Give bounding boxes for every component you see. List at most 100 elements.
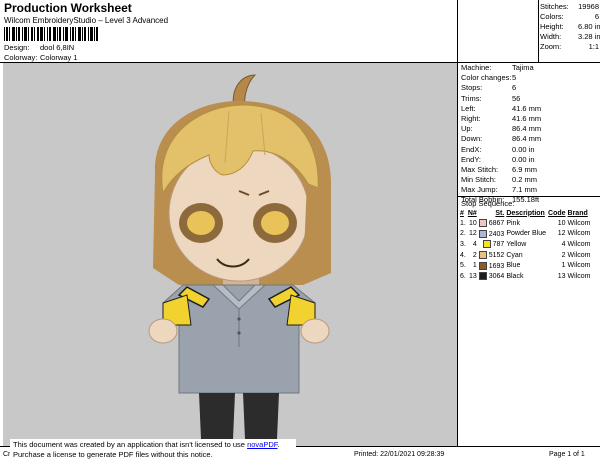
cell-text: 2	[561, 251, 566, 259]
left-hand	[148, 318, 178, 344]
table-cell: 1693	[478, 260, 506, 271]
spec-row: Trims: 56	[461, 94, 541, 104]
notice-line-1: This document was created by an applicat…	[13, 440, 280, 449]
table-row: 3. 4 787 Yellow 4 Wilcom	[459, 239, 591, 250]
stop-sequence-title: Stop Sequence:	[461, 199, 515, 208]
spec-value: 86.4 mm	[512, 134, 542, 144]
cell-text: 4	[472, 240, 477, 248]
color-swatch	[478, 272, 487, 281]
cell-text: 1	[561, 262, 566, 270]
table-cell: 3.	[459, 239, 467, 250]
cell-text: 12	[557, 230, 566, 238]
column-header: N#	[467, 209, 477, 217]
spec-label: Color changes:	[461, 73, 512, 83]
table-row: 6. 13 3064 Black 13 Wilcom	[459, 271, 591, 282]
table-cell: Wilcom	[567, 229, 592, 240]
cell-text: 2.	[460, 230, 466, 238]
notice-text: This document was created by an applicat…	[13, 440, 245, 449]
spec-label: Max Stitch:	[461, 164, 499, 174]
stat-value: 6	[594, 12, 599, 21]
cell-text: 5152	[488, 251, 505, 259]
cell-text: Wilcom	[567, 251, 591, 259]
stats-divider	[538, 0, 539, 62]
table-row: 2. 12 2403 Powder Blue 12 Wilcom	[459, 229, 591, 240]
left-leg	[199, 393, 235, 439]
column-header: Description	[506, 209, 545, 217]
stat-label: Height:	[540, 22, 564, 31]
cell-text: Wilcom	[567, 219, 591, 227]
table-cell: Wilcom	[567, 260, 592, 271]
color-swatch	[478, 251, 487, 260]
colorway-value: Colorway 1	[40, 53, 78, 62]
table-cell: 787	[478, 239, 506, 250]
stat-value: 6.80 in	[578, 22, 600, 31]
spec-row: Min Stitch: 0.2 mm	[461, 175, 541, 185]
notice-line-2: Purchase a license to generate PDF files…	[13, 450, 213, 459]
table-cell: 13	[547, 271, 567, 282]
table-cell: 6867	[478, 218, 506, 229]
stat-row: Zoom: 1:1	[540, 42, 599, 52]
stat-label: Colors:	[540, 12, 564, 21]
table-cell: 2	[547, 250, 567, 261]
spec-row: Max Stitch: 6.9 mm	[461, 165, 541, 175]
table-cell: 1.	[459, 218, 467, 229]
table-row: 1. 10 6867 Pink 10 Wilcom	[459, 218, 591, 229]
stat-row: Colors: 6	[540, 12, 599, 22]
spec-value: 0.00 in	[512, 154, 535, 164]
table-cell: Black	[505, 271, 547, 282]
cell-text: 10	[469, 219, 477, 227]
cell-text: 3064	[488, 273, 505, 281]
table-cell: 4.	[459, 250, 467, 261]
cell-text: 1.	[460, 219, 466, 227]
table-cell: Wilcom	[567, 271, 592, 282]
cell-text: Wilcom	[567, 230, 591, 238]
spec-value: 6	[512, 83, 517, 93]
cell-text: 13	[557, 272, 566, 280]
table-cell: 5.	[459, 260, 467, 271]
cell-text: 4.	[460, 251, 466, 259]
cell-text: 6867	[488, 220, 505, 228]
design-preview	[3, 63, 457, 446]
stop-sequence-table: # N# St. Description Code Brand 1. 10 686…	[459, 208, 591, 282]
table-cell: 1	[547, 260, 567, 271]
cell-text: 2403	[488, 230, 505, 238]
spec-row: Right: 41.6 mm	[461, 114, 541, 124]
spec-label: Trims:	[461, 93, 482, 103]
spec-value: 7.1 mm	[512, 185, 538, 195]
cell-text: Wilcom	[567, 272, 591, 280]
license-notice: This document was created by an applicat…	[10, 439, 296, 462]
page-title: Production Worksheet	[4, 1, 132, 15]
spec-row: EndY: 0.00 in	[461, 155, 541, 165]
color-swatch	[478, 261, 487, 270]
spec-row: Machine: Tajima	[461, 63, 541, 73]
spec-row: Stops: 6	[461, 83, 541, 93]
table-cell: 13	[467, 271, 478, 282]
novapdf-link[interactable]: novaPDF	[247, 440, 277, 449]
machine-specs: Machine: Tajima Color changes:5 Stops: 6 T…	[461, 63, 541, 206]
cell-text: 2	[472, 251, 477, 259]
cell-text: 10	[557, 219, 566, 227]
table-cell: Pink	[505, 218, 547, 229]
table-cell: 10	[467, 218, 478, 229]
chibi-doll-embroidery	[148, 74, 331, 439]
colorway-label: Colorway:	[4, 53, 38, 62]
table-row: 5. 1 1693 Blue 1 Wilcom	[459, 260, 591, 271]
cell-text: 787	[492, 241, 505, 249]
spec-row: Max Jump: 7.1 mm	[461, 185, 541, 195]
stat-row: Width: 3.28 in	[540, 32, 600, 42]
cell-text: Yellow	[506, 240, 527, 248]
stat-value: 1:1	[588, 42, 599, 51]
spec-label: Machine:	[461, 63, 492, 72]
cell-text: 5.	[460, 262, 466, 270]
table-cell: 3064	[478, 271, 506, 282]
spec-value: 0.2 mm	[512, 175, 538, 185]
stat-row: Stitches: 19968	[540, 2, 599, 12]
table-cell: Blue	[505, 260, 547, 271]
spec-value: 6.9 mm	[512, 164, 538, 174]
cell-text: 3.	[460, 240, 466, 248]
worksheet-header: Production Worksheet Wilcom EmbroiderySt…	[0, 0, 457, 62]
right-eye-inner	[261, 211, 289, 235]
cell-text: Cyan	[506, 251, 523, 259]
right-leg	[243, 393, 279, 439]
spec-value: 41.6 mm	[512, 113, 542, 123]
